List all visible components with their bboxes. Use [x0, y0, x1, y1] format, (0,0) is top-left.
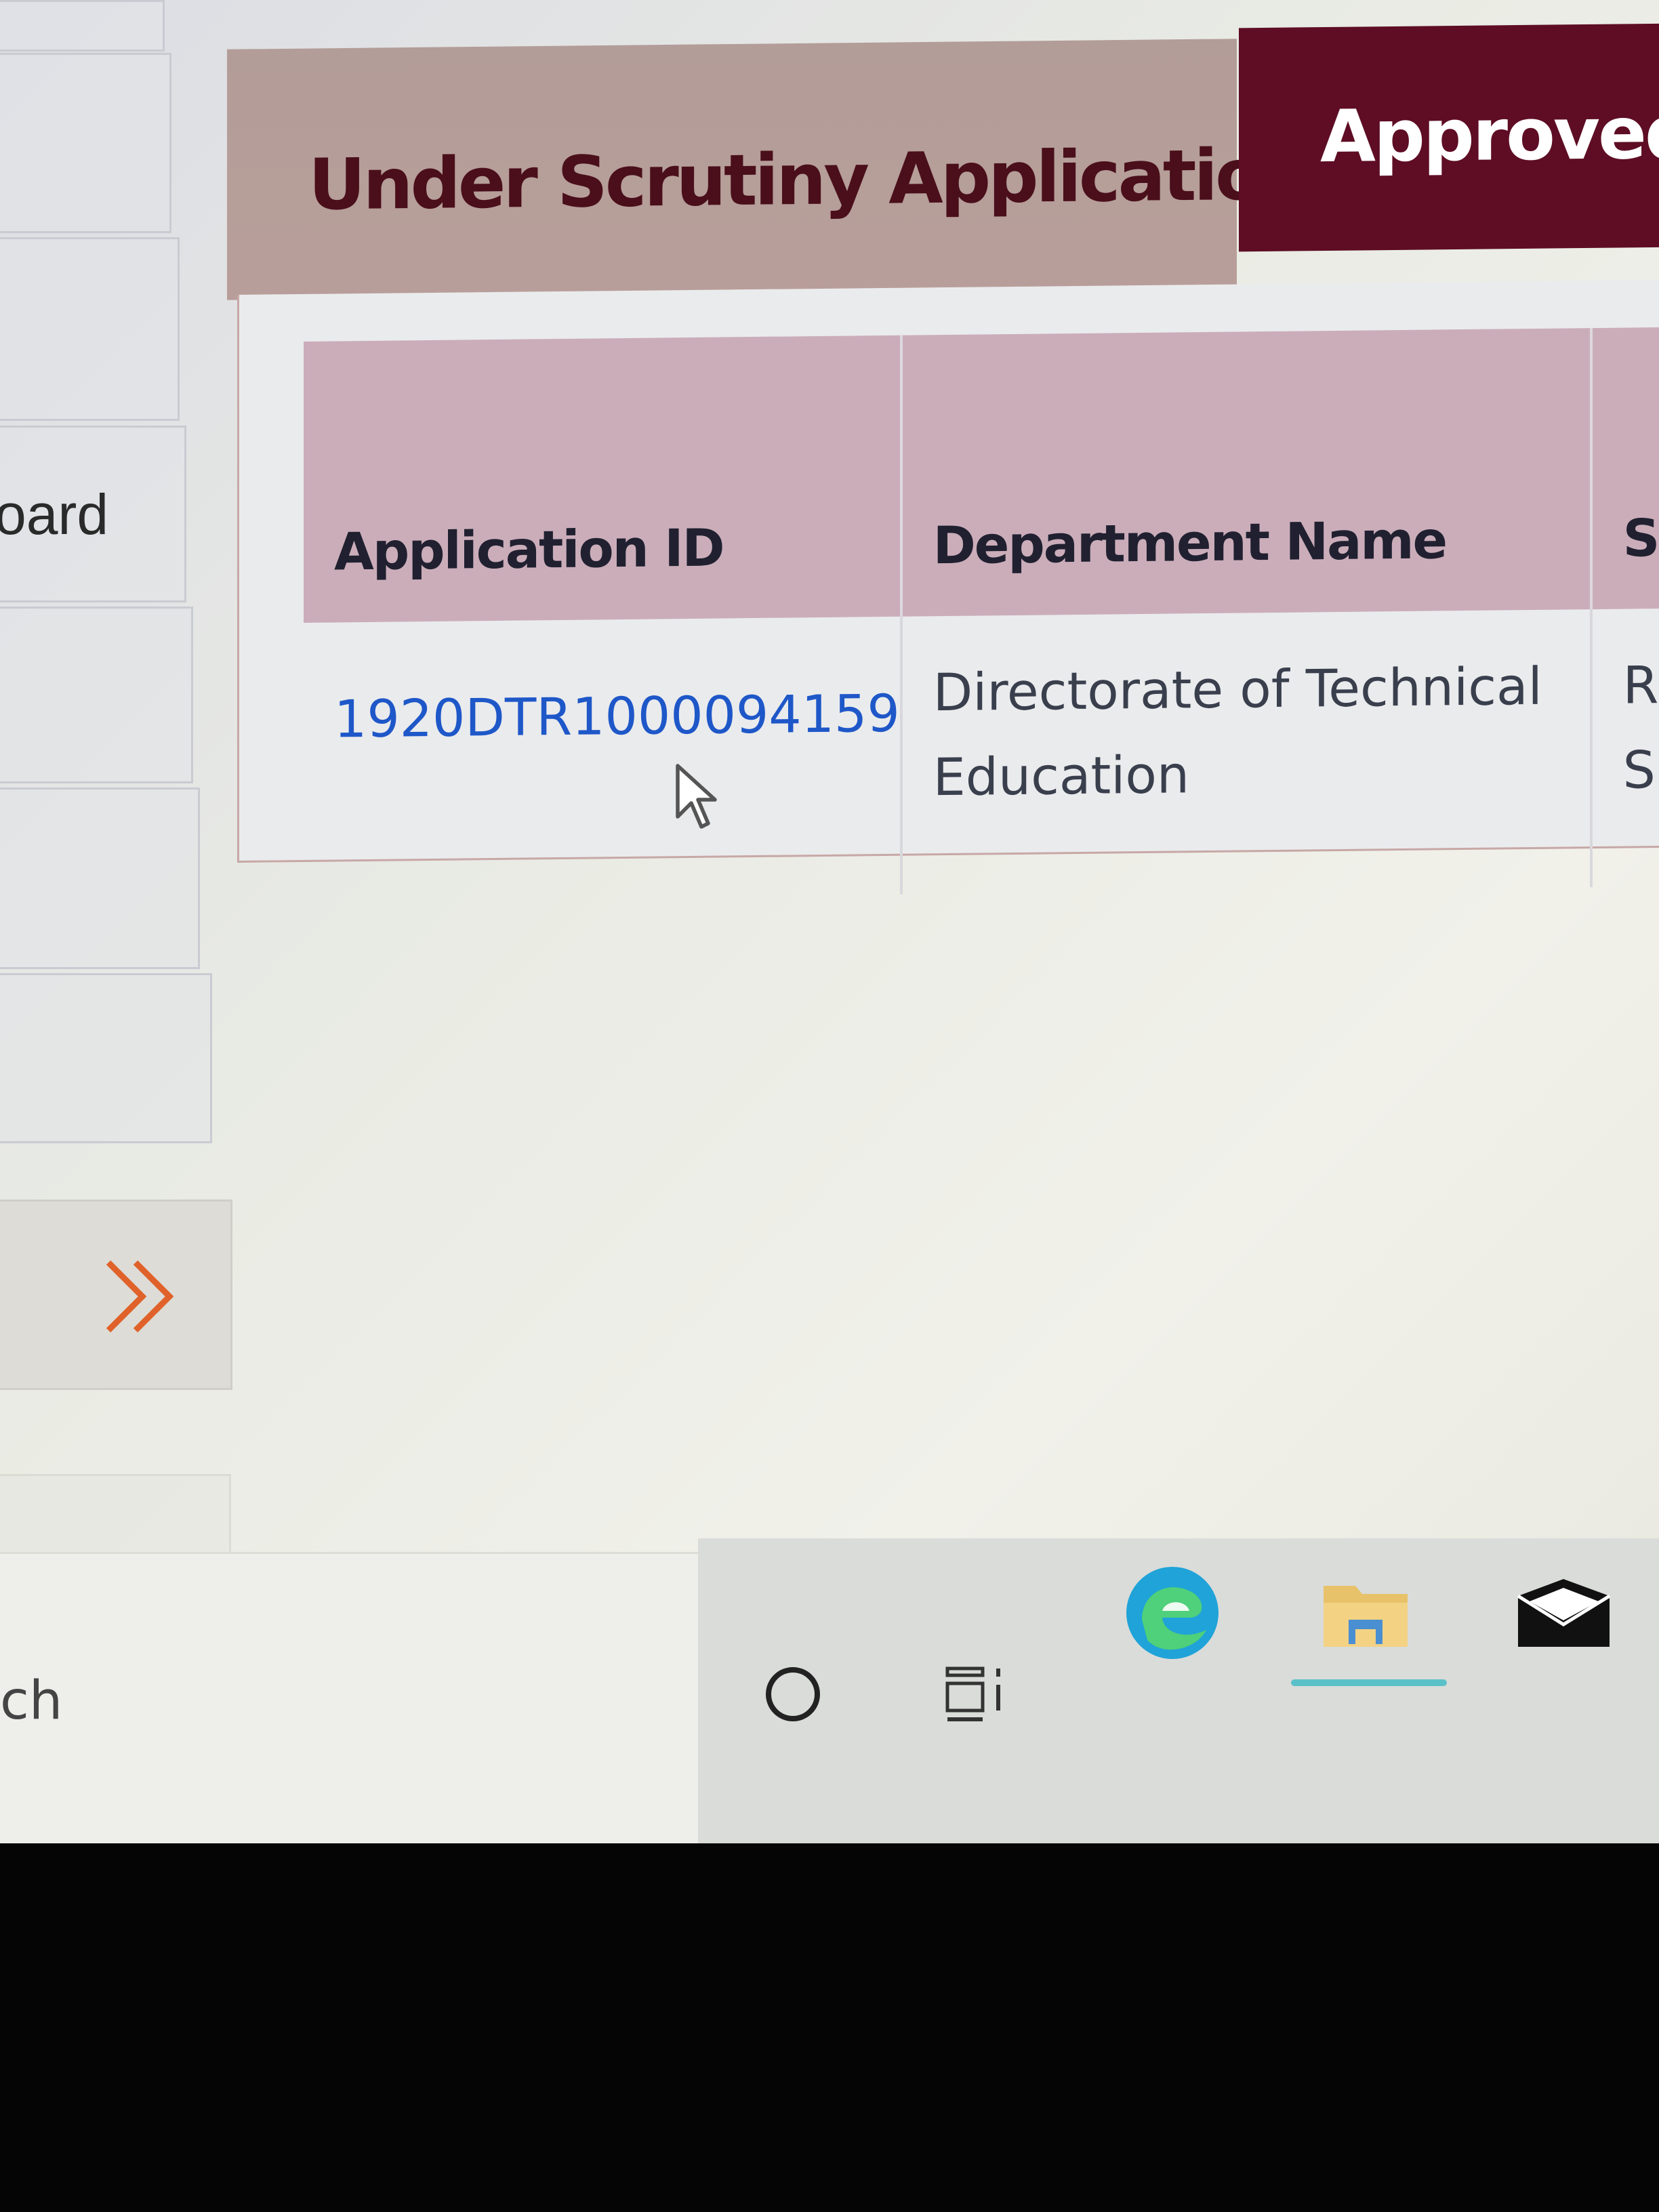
edge-browser-icon[interactable]: [1122, 1562, 1223, 1664]
sidebar-collapse-button[interactable]: [0, 1200, 232, 1390]
status-line: S: [1622, 739, 1656, 800]
status-cell: R S: [1591, 608, 1659, 888]
tab-label: Under Scrutiny Applications: [308, 132, 1348, 226]
tab-label: Approved /: [1320, 91, 1659, 179]
department-line: Directorate of Technical: [933, 655, 1542, 723]
file-explorer-active-indicator: [1291, 1679, 1447, 1686]
column-header-application-id: Application ID: [304, 335, 901, 623]
sidebar-footer: [0, 1474, 231, 1559]
tab-approved[interactable]: Approved /: [1239, 23, 1659, 252]
table-header-row: Application ID Department Name S: [304, 327, 1659, 623]
sidebar-item-5[interactable]: [0, 607, 193, 783]
sidebar-item-7[interactable]: [0, 973, 212, 1143]
application-id-link[interactable]: 1920DTR1000094159: [304, 616, 901, 901]
department-cell: Directorate of Technical Education: [901, 609, 1591, 895]
tab-under-scrutiny[interactable]: Under Scrutiny Applications: [227, 39, 1348, 300]
sidebar-item-label: oard: [0, 483, 109, 546]
mouse-pointer-icon: [676, 764, 717, 829]
double-chevron-right-icon: [106, 1260, 174, 1333]
taskbar-search-area[interactable]: [0, 1552, 698, 1843]
sidebar-item-6[interactable]: [0, 787, 200, 969]
file-explorer-icon[interactable]: [1318, 1572, 1413, 1654]
column-header-status: S: [1591, 327, 1659, 610]
monitor-bezel: [0, 1843, 1659, 2212]
mail-icon[interactable]: [1515, 1576, 1613, 1650]
applications-table: Application ID Department Name S 1920DTR…: [304, 327, 1659, 901]
screen: oard Under Scrutiny Applications Approve…: [0, 0, 1659, 1843]
sidebar-item-3[interactable]: [0, 237, 180, 421]
sidebar-item-1[interactable]: [0, 0, 165, 52]
sidebar-item-2[interactable]: [0, 53, 171, 233]
department-line: Education: [933, 744, 1190, 808]
table-row: 1920DTR1000094159 Directorate of Technic…: [304, 608, 1659, 901]
cortana-circle-icon[interactable]: [762, 1664, 823, 1725]
applications-panel: Application ID Department Name S 1920DTR…: [237, 279, 1659, 901]
taskbar-search-box[interactable]: ch: [0, 1671, 62, 1732]
status-line: R: [1622, 655, 1659, 716]
column-header-department-name: Department Name: [901, 328, 1591, 617]
task-view-icon[interactable]: [942, 1660, 1017, 1728]
sidebar-item-dashboard[interactable]: oard: [0, 426, 186, 602]
